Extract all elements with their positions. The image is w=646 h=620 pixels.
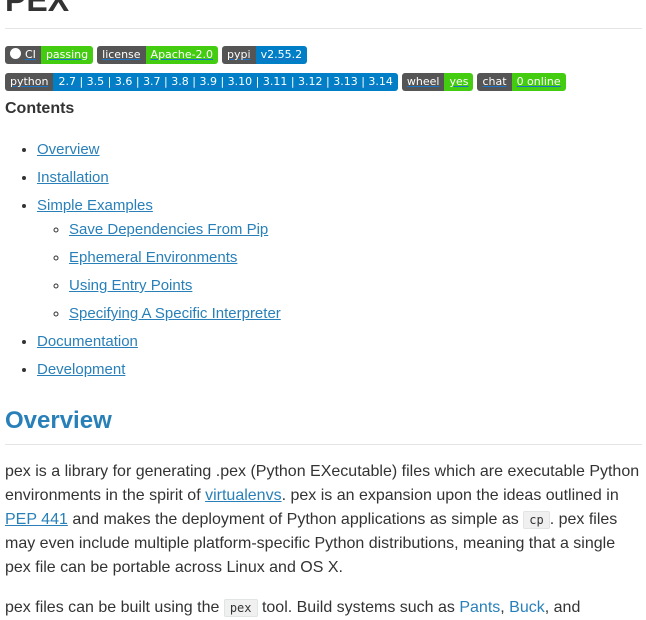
- list-item: Installation: [37, 168, 281, 196]
- list-item: Documentation: [37, 332, 281, 360]
- badge-row-2: python 2.7 | 3.5 | 3.6 | 3.7 | 3.8 | 3.9…: [5, 73, 570, 91]
- list-item: Simple Examples Save Dependencies From P…: [37, 196, 281, 332]
- code-cp: cp: [523, 511, 550, 529]
- virtualenvs-link[interactable]: virtualenvs: [205, 487, 281, 504]
- list-item: Overview: [37, 140, 281, 168]
- list-item: Specifying A Specific Interpreter: [69, 304, 281, 332]
- contents-list: Overview Installation Simple Examples Sa…: [37, 140, 281, 388]
- toc-link-development[interactable]: Development: [37, 361, 125, 378]
- toc-link-documentation[interactable]: Documentation: [37, 333, 138, 350]
- overview-paragraph-1: pex is a library for generating .pex (Py…: [5, 463, 640, 576]
- contents-heading: Contents: [5, 100, 75, 117]
- code-pex: pex: [223, 599, 258, 617]
- ci-badge[interactable]: CI passing: [5, 46, 94, 64]
- list-item: Development: [37, 360, 281, 388]
- overview-paragraph-2: pex files can be built using the pex too…: [5, 599, 581, 617]
- python-versions-badge[interactable]: python 2.7 | 3.5 | 3.6 | 3.7 | 3.8 | 3.9…: [5, 73, 398, 91]
- page-title: PEX: [5, 0, 70, 18]
- github-icon: [10, 48, 21, 59]
- pypi-badge[interactable]: pypi v2.55.2: [222, 46, 308, 64]
- overview-divider: [5, 444, 642, 445]
- buck-link[interactable]: Buck: [509, 599, 545, 616]
- toc-link-simple-examples[interactable]: Simple Examples: [37, 197, 153, 214]
- toc-link-overview[interactable]: Overview: [37, 141, 100, 158]
- toc-link-save-dependencies[interactable]: Save Dependencies From Pip: [69, 221, 268, 238]
- toc-link-entry-points[interactable]: Using Entry Points: [69, 277, 192, 294]
- list-item: Using Entry Points: [69, 276, 281, 304]
- badge-row-1: CI passing license Apache-2.0 pypi v2.55…: [5, 46, 311, 64]
- title-divider: [5, 28, 642, 29]
- chat-badge[interactable]: chat 0 online: [477, 73, 566, 91]
- overview-heading[interactable]: Overview: [5, 405, 112, 437]
- pants-link[interactable]: Pants: [459, 599, 500, 616]
- toc-link-ephemeral-environments[interactable]: Ephemeral Environments: [69, 249, 237, 266]
- license-badge[interactable]: license Apache-2.0: [97, 46, 219, 64]
- pep441-link[interactable]: PEP 441: [5, 511, 68, 528]
- wheel-badge[interactable]: wheel yes: [401, 73, 474, 91]
- contents-sublist: Save Dependencies From Pip Ephemeral Env…: [69, 220, 281, 332]
- list-item: Ephemeral Environments: [69, 248, 281, 276]
- toc-link-installation[interactable]: Installation: [37, 169, 109, 186]
- list-item: Save Dependencies From Pip: [69, 220, 281, 248]
- toc-link-specific-interpreter[interactable]: Specifying A Specific Interpreter: [69, 305, 281, 322]
